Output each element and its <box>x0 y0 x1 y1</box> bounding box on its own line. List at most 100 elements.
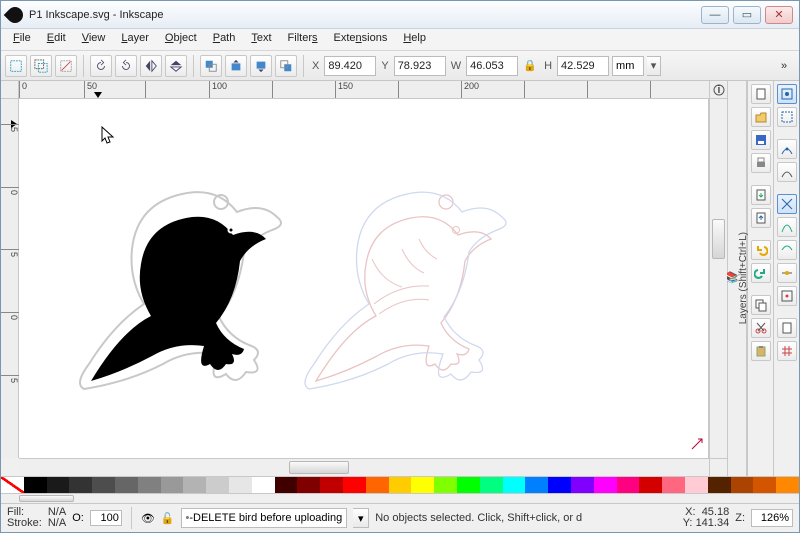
layer-select[interactable]: •-DELETE bird before uploading <box>181 508 348 528</box>
snap-intersection-button[interactable] <box>777 194 797 214</box>
swatch[interactable] <box>548 477 571 493</box>
swatch[interactable] <box>24 477 47 493</box>
swatch[interactable] <box>297 477 320 493</box>
menu-file[interactable]: File <box>5 29 39 50</box>
lock-aspect-icon[interactable]: 🔒 <box>521 56 539 76</box>
fill-stroke-indicator[interactable]: Fill: Stroke: <box>7 507 42 529</box>
snap-page-button[interactable] <box>777 318 797 338</box>
swatch[interactable] <box>525 477 548 493</box>
scrollbar-thumb[interactable] <box>19 495 74 502</box>
swatch[interactable] <box>320 477 343 493</box>
swatch[interactable] <box>183 477 206 493</box>
swatch[interactable] <box>571 477 594 493</box>
menu-text[interactable]: Text <box>243 29 279 50</box>
canvas-corner-icon[interactable] <box>690 437 704 454</box>
snap-midpoint-button[interactable] <box>777 263 797 283</box>
snap-enable-button[interactable] <box>777 84 797 104</box>
swatch[interactable] <box>708 477 731 493</box>
minimize-button[interactable]: — <box>701 6 729 24</box>
snap-center-button[interactable] <box>777 286 797 306</box>
rotate-ccw-button[interactable] <box>90 55 112 77</box>
flip-vertical-button[interactable] <box>165 55 187 77</box>
flip-horizontal-button[interactable] <box>140 55 162 77</box>
swatch[interactable] <box>138 477 161 493</box>
menu-filters[interactable]: Filters <box>280 29 326 50</box>
swatch[interactable] <box>206 477 229 493</box>
color-palette[interactable] <box>1 476 799 494</box>
horizontal-scrollbar[interactable] <box>19 458 709 476</box>
snap-cusp-button[interactable] <box>777 217 797 237</box>
cut-button[interactable] <box>751 318 771 338</box>
swatch[interactable] <box>366 477 389 493</box>
swatch[interactable] <box>92 477 115 493</box>
titlebar[interactable]: P1 Inkscape.svg - Inkscape — ▭ ✕ <box>1 1 799 29</box>
redo-button[interactable] <box>751 263 771 283</box>
palette-scrollbar[interactable] <box>1 494 799 504</box>
lower-bottom-button[interactable] <box>275 55 297 77</box>
swatch[interactable] <box>480 477 503 493</box>
vertical-scrollbar[interactable] <box>709 99 727 458</box>
swatch[interactable] <box>685 477 708 493</box>
swatch[interactable] <box>411 477 434 493</box>
swatch[interactable] <box>229 477 252 493</box>
menu-object[interactable]: Object <box>157 29 205 50</box>
select-all-layers-button[interactable] <box>30 55 52 77</box>
swatch[interactable] <box>115 477 138 493</box>
raise-button[interactable] <box>225 55 247 77</box>
swatch[interactable] <box>252 477 275 493</box>
x-input[interactable] <box>324 56 376 76</box>
scrollbar-thumb[interactable] <box>289 461 349 474</box>
horizontal-ruler[interactable]: 0 50 100 150 200 <box>19 81 709 99</box>
menu-path[interactable]: Path <box>205 29 244 50</box>
menu-extensions[interactable]: Extensions <box>326 29 396 50</box>
swatch[interactable] <box>343 477 366 493</box>
snap-smooth-button[interactable] <box>777 240 797 260</box>
swatch[interactable] <box>617 477 640 493</box>
swatch[interactable] <box>275 477 298 493</box>
y-input[interactable] <box>394 56 446 76</box>
menu-edit[interactable]: Edit <box>39 29 74 50</box>
paste-button[interactable] <box>751 341 771 361</box>
layer-chevron-icon[interactable]: ▾ <box>353 508 369 528</box>
toolbar-overflow-icon[interactable]: » <box>773 55 795 77</box>
swatch[interactable] <box>1 477 24 493</box>
snap-bbox-button[interactable] <box>777 107 797 127</box>
swatch[interactable] <box>161 477 184 493</box>
ruler-aux-icon[interactable]: i <box>709 81 727 99</box>
swatch[interactable] <box>662 477 685 493</box>
opacity-input[interactable] <box>90 510 122 526</box>
close-button[interactable]: ✕ <box>765 6 793 24</box>
swatch[interactable] <box>69 477 92 493</box>
menu-help[interactable]: Help <box>395 29 434 50</box>
save-button[interactable] <box>751 130 771 150</box>
swatch[interactable] <box>753 477 776 493</box>
print-button[interactable] <box>751 153 771 173</box>
unit-chevron-icon[interactable]: ▾ <box>647 56 661 76</box>
new-doc-button[interactable] <box>751 84 771 104</box>
select-all-button[interactable] <box>5 55 27 77</box>
swatch[interactable] <box>503 477 526 493</box>
rotate-cw-button[interactable] <box>115 55 137 77</box>
layers-panel-tab[interactable]: 📚 Layers (Shift+Ctrl+L) <box>727 81 747 476</box>
swatch[interactable] <box>47 477 70 493</box>
menu-layer[interactable]: Layer <box>113 29 157 50</box>
snap-node-button[interactable] <box>777 139 797 159</box>
import-button[interactable] <box>751 185 771 205</box>
swatch[interactable] <box>457 477 480 493</box>
lower-button[interactable] <box>250 55 272 77</box>
canvas[interactable] <box>19 99 709 458</box>
swatch[interactable] <box>389 477 412 493</box>
visibility-toggle-icon[interactable]: 👁 <box>141 512 155 525</box>
lock-toggle-icon[interactable]: 🔓 <box>161 512 175 525</box>
undo-button[interactable] <box>751 240 771 260</box>
scrollbar-thumb[interactable] <box>712 219 725 259</box>
copy-button[interactable] <box>751 295 771 315</box>
export-button[interactable] <box>751 208 771 228</box>
h-input[interactable] <box>557 56 609 76</box>
swatch[interactable] <box>639 477 662 493</box>
snap-grid-button[interactable] <box>777 341 797 361</box>
raise-top-button[interactable] <box>200 55 222 77</box>
unit-select[interactable]: mm <box>612 56 644 76</box>
vertical-ruler[interactable]: 5 0 5 0 5 <box>1 99 19 458</box>
menu-view[interactable]: View <box>74 29 114 50</box>
